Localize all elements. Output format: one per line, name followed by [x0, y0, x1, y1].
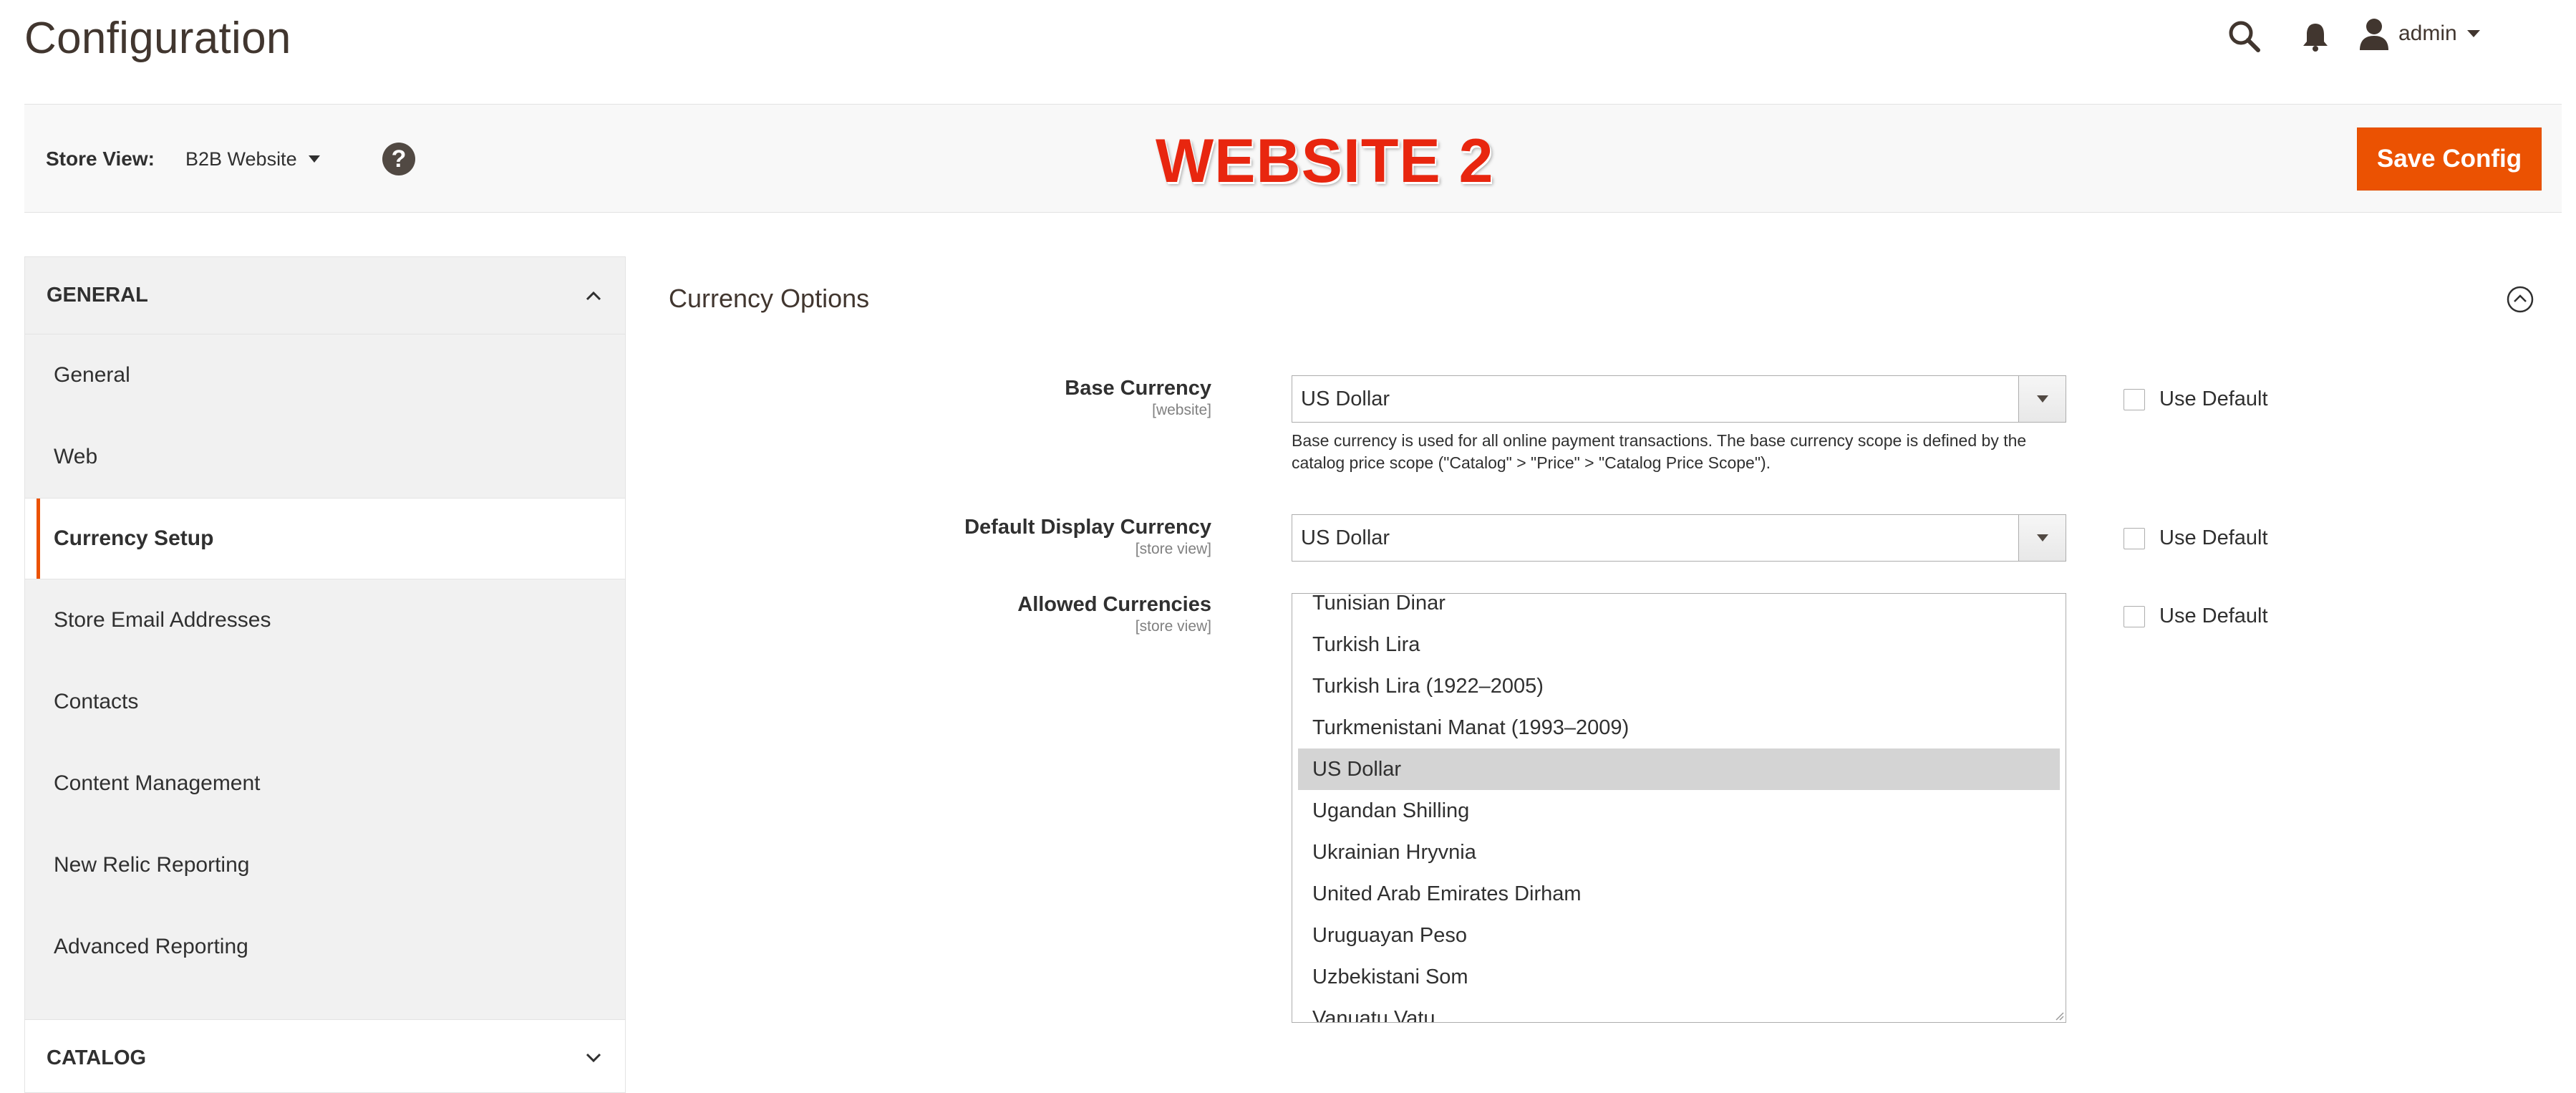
- header-actions: admin: [2146, 0, 2576, 72]
- save-config-button[interactable]: Save Config: [2357, 127, 2542, 191]
- section-catalog-header[interactable]: CATALOG: [25, 1019, 625, 1092]
- fieldset-title[interactable]: Currency Options: [669, 284, 869, 314]
- allowed-currencies-label-group: Allowed Currencies [store view]: [1017, 593, 1211, 635]
- sidebar-item-web[interactable]: Web: [25, 416, 625, 498]
- collapse-circle-icon[interactable]: [2506, 285, 2534, 314]
- website-badge: WEBSITE 2: [1156, 127, 1494, 196]
- store-view-label: Store View:: [46, 148, 155, 170]
- currency-option[interactable]: Tunisian Dinar: [1298, 594, 2060, 624]
- use-default-checkbox[interactable]: [2124, 527, 2145, 549]
- allowed-currencies-multiselect[interactable]: Tunisian Dinar Turkish Lira Turkish Lira…: [1292, 593, 2066, 1023]
- select-value: US Dollar: [1301, 526, 1390, 549]
- section-title: GENERAL: [47, 284, 148, 307]
- field-scope: [website]: [1152, 402, 1211, 418]
- user-icon: [2360, 19, 2388, 50]
- currency-option[interactable]: Turkish Lira: [1298, 624, 2060, 665]
- sidebar-item-new-relic-reporting[interactable]: New Relic Reporting: [25, 824, 625, 906]
- search-icon[interactable]: [2227, 19, 2261, 53]
- section-general-list: General Web Currency Setup Store Email A…: [25, 334, 625, 988]
- allowed-currencies-use-default[interactable]: Use Default: [2124, 605, 2268, 628]
- currency-option[interactable]: Uzbekistani Som: [1298, 956, 2060, 998]
- sidebar-item-store-email-addresses[interactable]: Store Email Addresses: [25, 579, 625, 661]
- store-view-switcher[interactable]: B2B Website: [185, 145, 320, 173]
- currency-option[interactable]: Uruguayan Peso: [1298, 915, 2060, 956]
- field-scope: [store view]: [1135, 618, 1211, 635]
- chevron-down-icon: [2036, 395, 2048, 403]
- field-label: Base Currency: [1065, 377, 1211, 400]
- select-toggle[interactable]: [2018, 515, 2066, 561]
- bell-icon[interactable]: [2301, 21, 2330, 52]
- currency-option[interactable]: United Arab Emirates Dirham: [1298, 873, 2060, 915]
- chevron-down-icon: [2466, 30, 2480, 37]
- base-currency-label-group: Base Currency [website]: [1065, 377, 1211, 419]
- chevron-down-icon: [308, 155, 320, 163]
- base-currency-note: Base currency is used for all online pay…: [1292, 431, 2027, 472]
- sidebar-item-general[interactable]: General: [25, 334, 625, 416]
- help-icon[interactable]: ?: [382, 143, 415, 175]
- use-default-checkbox[interactable]: [2124, 605, 2145, 627]
- store-view-bar: Store View: B2B Website ? WEBSITE 2 Save…: [24, 104, 2562, 213]
- select-value: US Dollar: [1301, 387, 1390, 410]
- page-title: Configuration: [24, 14, 291, 63]
- sidebar-item-currency-setup[interactable]: Currency Setup: [25, 498, 625, 579]
- currency-option[interactable]: Vanuatu Vatu: [1298, 998, 2060, 1022]
- use-default-label: Use Default: [2159, 387, 2268, 410]
- field-scope: [store view]: [1135, 541, 1211, 557]
- currency-option[interactable]: Turkmenistani Manat (1993–2009): [1298, 707, 2060, 748]
- field-label: Allowed Currencies: [1017, 593, 1211, 616]
- use-default-label: Use Default: [2159, 605, 2268, 627]
- currency-option[interactable]: Ukrainian Hryvnia: [1298, 832, 2060, 873]
- chevron-up-icon: [586, 291, 601, 300]
- section-title: CATALOG: [47, 1046, 147, 1069]
- currency-option[interactable]: Ugandan Shilling: [1298, 790, 2060, 832]
- config-main: Currency Options Base Currency [website]…: [669, 256, 2562, 1093]
- use-default-checkbox[interactable]: [2124, 388, 2145, 410]
- field-label: Default Display Currency: [964, 516, 1211, 539]
- sidebar-item-content-management[interactable]: Content Management: [25, 743, 625, 824]
- display-currency-use-default[interactable]: Use Default: [2124, 526, 2268, 550]
- default-display-currency-select[interactable]: US Dollar: [1292, 514, 2066, 562]
- sidebar-item-contacts[interactable]: Contacts: [25, 661, 625, 743]
- store-view-value: B2B Website: [185, 148, 297, 170]
- display-currency-label-group: Default Display Currency [store view]: [964, 516, 1211, 558]
- base-currency-use-default[interactable]: Use Default: [2124, 387, 2268, 411]
- select-toggle[interactable]: [2018, 376, 2066, 422]
- user-menu[interactable]: admin: [2358, 16, 2480, 52]
- chevron-down-icon: [586, 1053, 601, 1063]
- base-currency-select[interactable]: US Dollar: [1292, 375, 2066, 423]
- user-name: admin: [2398, 21, 2457, 45]
- currency-option-selected[interactable]: US Dollar: [1298, 748, 2060, 790]
- chevron-down-icon: [2036, 534, 2048, 541]
- section-general-header[interactable]: GENERAL: [25, 257, 625, 334]
- currency-option-list: Tunisian Dinar Turkish Lira Turkish Lira…: [1298, 594, 2060, 1022]
- use-default-label: Use Default: [2159, 526, 2268, 549]
- resize-grip-icon[interactable]: [2054, 1011, 2064, 1021]
- config-sidebar: GENERAL General Web Currency Setup Store…: [24, 256, 626, 1093]
- sidebar-item-advanced-reporting[interactable]: Advanced Reporting: [25, 906, 625, 988]
- currency-option[interactable]: Turkish Lira (1922–2005): [1298, 665, 2060, 707]
